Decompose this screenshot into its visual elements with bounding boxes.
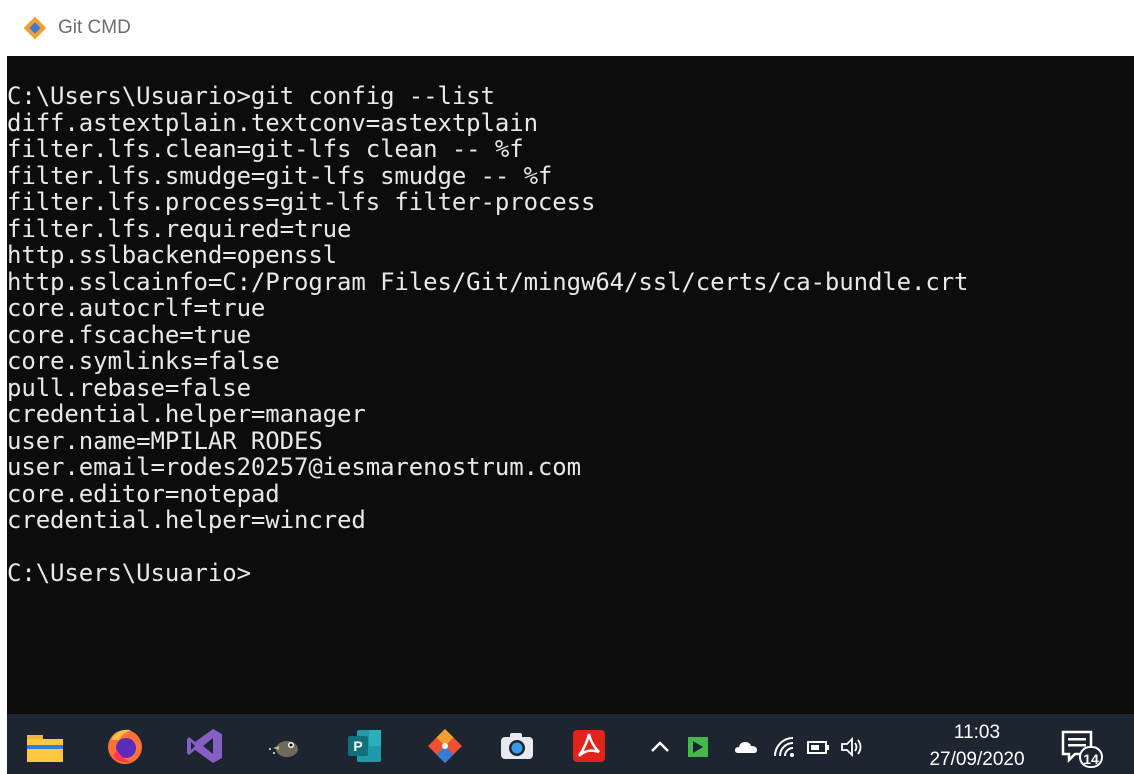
console-line: http.sslcainfo=C:/Program Files/Git/ming… — [7, 267, 969, 296]
title-bar: Git CMD — [0, 0, 1134, 56]
chevron-up-icon[interactable] — [647, 734, 673, 760]
console-line: http.sslbackend=openssl — [7, 241, 338, 269]
console-line: pull.rebase=false — [7, 373, 251, 402]
clock-time: 11:03 — [953, 722, 1001, 743]
battery-icon[interactable] — [805, 734, 831, 760]
powerpoint-icon[interactable]: P — [345, 726, 385, 766]
console-line: filter.lfs.process=git-lfs filter-proces… — [7, 188, 596, 216]
onedrive-cloud-icon[interactable] — [733, 734, 759, 760]
console-line: credential.helper=wincred — [7, 506, 366, 534]
console-output[interactable]: C:\Users\Usuario>git config --list diff.… — [7, 56, 1134, 714]
volume-icon[interactable] — [839, 734, 865, 760]
notification-count-badge: 14 — [1079, 746, 1103, 768]
window-title: Git CMD — [58, 17, 131, 38]
taskbar: P 11:03 27/09/2020 14 — [7, 714, 1134, 774]
console-line: filter.lfs.required=true — [7, 214, 352, 243]
camera-icon[interactable] — [497, 726, 537, 766]
console-prompt[interactable]: C:\Users\Usuario> — [7, 560, 968, 587]
console-line: user.email=rodes20257@iesmarenostrum.com — [7, 453, 581, 481]
action-center-button[interactable]: 14 — [1059, 728, 1103, 768]
console-line: user.name=MPILAR RODES — [7, 426, 323, 455]
firefox-icon[interactable] — [105, 726, 145, 766]
visual-studio-icon[interactable] — [185, 726, 225, 766]
console-line: core.editor=notepad — [7, 479, 280, 508]
console-line: filter.lfs.smudge=git-lfs smudge -- %f — [7, 161, 553, 190]
console-line: core.autocrlf=true — [7, 294, 266, 322]
console-line: core.symlinks=false — [7, 347, 280, 375]
green-app-icon[interactable] — [685, 734, 711, 760]
console-line: C:\Users\Usuario>git config --list — [7, 82, 495, 110]
system-clock[interactable]: 11:03 27/09/2020 — [907, 720, 1047, 774]
git-cmd-app-icon — [22, 15, 48, 41]
clock-date: 27/09/2020 — [929, 749, 1025, 770]
svg-text:P: P — [353, 738, 362, 754]
wifi-icon[interactable] — [771, 734, 797, 760]
file-explorer-icon[interactable] — [25, 726, 65, 766]
acrobat-reader-icon[interactable] — [569, 726, 609, 766]
console-line: diff.astextplain.textconv=astextplain — [7, 108, 538, 137]
console-line: filter.lfs.clean=git-lfs clean -- %f — [7, 135, 524, 163]
console-line: credential.helper=manager — [7, 400, 366, 428]
console-line: core.fscache=true — [7, 320, 251, 349]
git-icon[interactable] — [425, 726, 465, 766]
gimp-icon[interactable] — [265, 726, 305, 766]
